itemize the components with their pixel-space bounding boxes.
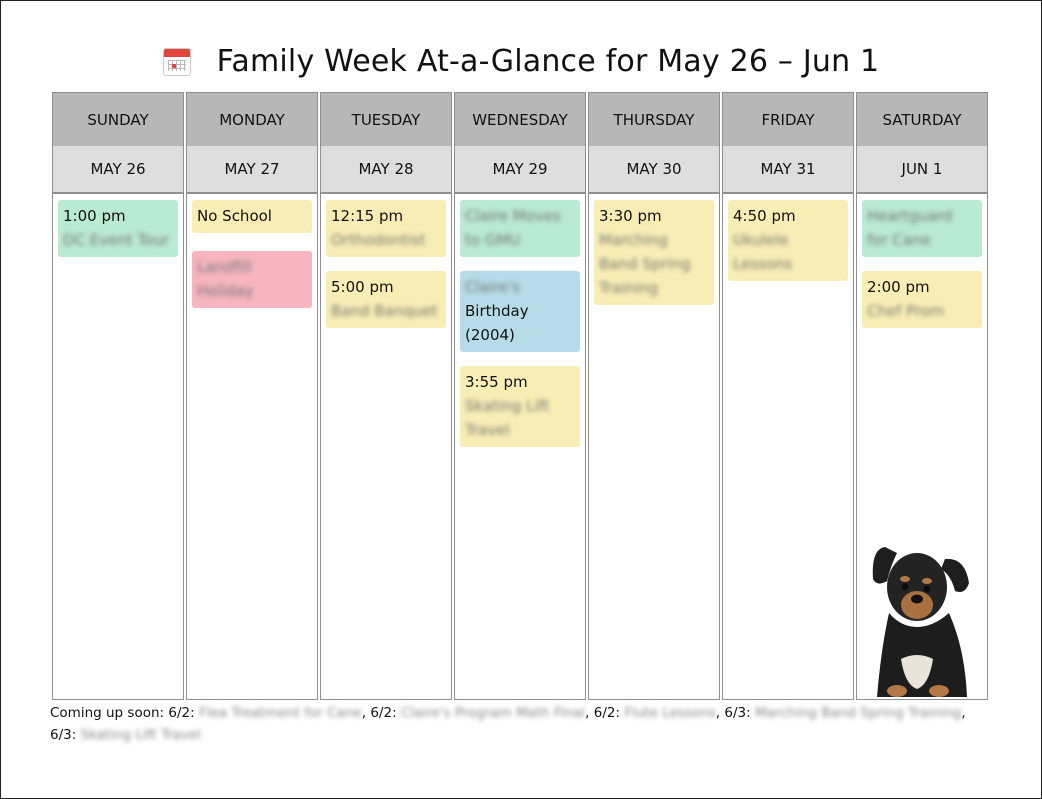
event-card[interactable]: 2:00 pm Chef Prom	[862, 271, 982, 328]
footer-item-desc: Skating Lift Travel	[80, 727, 201, 743]
date-header: JUN 1	[857, 146, 987, 194]
event-card[interactable]: Claire's Birthday (2004)	[460, 271, 580, 352]
event-card[interactable]: 4:50 pm Ukulele Lessons	[728, 200, 848, 281]
title-row: Family Week At-a-Glance for May 26 – Jun…	[0, 44, 1042, 92]
date-header: MAY 30	[589, 146, 719, 194]
event-time: 1:00 pm	[63, 207, 126, 225]
event-title: No School	[197, 207, 272, 225]
footer-item-desc: Flute Lessons	[624, 705, 716, 721]
event-desc: Orthodontist	[331, 231, 426, 249]
day-header: THURSDAY	[589, 93, 719, 146]
event-desc: Skating Lift Travel	[465, 397, 550, 439]
event-card[interactable]: 1:00 pm DC Event Tour	[58, 200, 178, 257]
calendar-icon	[162, 47, 191, 76]
event-time: 2:00 pm	[867, 278, 930, 296]
footer-item-date: 6/2:	[168, 705, 195, 721]
footer-item-desc: Claire's Program Math Final	[400, 705, 586, 721]
day-column-sunday: SUNDAY MAY 26 1:00 pm DC Event Tour	[52, 92, 184, 700]
event-card[interactable]: Heartguard for Cane	[862, 200, 982, 257]
day-header: WEDNESDAY	[455, 93, 585, 146]
day-header: TUESDAY	[321, 93, 451, 146]
event-time: 5:00 pm	[331, 278, 394, 296]
date-header: MAY 28	[321, 146, 451, 194]
date-header: MAY 31	[723, 146, 853, 194]
footer-item-desc: Flea Treatment for Cane	[198, 705, 362, 721]
event-time: 4:50 pm	[733, 207, 796, 225]
event-time: 3:55 pm	[465, 373, 528, 391]
day-column-wednesday: WEDNESDAY MAY 29 Claire Moves to GMU Cla…	[454, 92, 586, 700]
footer-item-date: 6/3:	[50, 727, 77, 743]
week-grid: SUNDAY MAY 26 1:00 pm DC Event Tour MOND…	[52, 92, 992, 700]
event-desc: Landfill Holiday	[197, 258, 254, 300]
event-desc: Claire's	[465, 278, 521, 296]
event-desc: Marching Band Spring Training	[599, 231, 691, 297]
event-card[interactable]: No School	[192, 200, 312, 233]
day-header: SUNDAY	[53, 93, 183, 146]
footer-item-date: 6/2:	[370, 705, 397, 721]
date-header: MAY 26	[53, 146, 183, 194]
footer-item-date: 6/3:	[724, 705, 751, 721]
event-card[interactable]: Claire Moves to GMU	[460, 200, 580, 257]
event-desc-visible: Birthday (2004)	[465, 302, 529, 344]
event-card[interactable]: 5:00 pm Band Banquet	[326, 271, 446, 328]
event-time: 3:30 pm	[599, 207, 662, 225]
event-desc: Ukulele Lessons	[733, 231, 793, 273]
day-column-monday: MONDAY MAY 27 No School Landfill Holiday	[186, 92, 318, 700]
day-header: MONDAY	[187, 93, 317, 146]
dog-photo	[872, 547, 969, 697]
event-desc: Claire Moves to GMU	[465, 207, 561, 249]
footer-item-date: 6/2:	[593, 705, 621, 721]
event-card[interactable]: 12:15 pm Orthodontist	[326, 200, 446, 257]
day-header: FRIDAY	[723, 93, 853, 146]
date-header: MAY 27	[187, 146, 317, 194]
event-desc: Band Banquet	[331, 302, 438, 320]
day-header: SATURDAY	[857, 93, 987, 146]
event-desc: Heartguard for Cane	[867, 207, 953, 249]
day-column-saturday: SATURDAY JUN 1 Heartguard for Cane 2:00 …	[856, 92, 988, 700]
event-card[interactable]: 3:30 pm Marching Band Spring Training	[594, 200, 714, 305]
footer-prefix: Coming up soon:	[50, 705, 165, 721]
day-column-tuesday: TUESDAY MAY 28 12:15 pm Orthodontist 5:0…	[320, 92, 452, 700]
event-desc: Chef Prom	[867, 302, 945, 320]
footer-item-desc: Marching Band Spring Training	[754, 705, 962, 721]
event-card[interactable]: Landfill Holiday	[192, 251, 312, 308]
date-header: MAY 29	[455, 146, 585, 194]
event-desc: DC Event Tour	[63, 231, 169, 249]
event-time: 12:15 pm	[331, 207, 404, 225]
coming-up-footer: Coming up soon: 6/2: Flea Treatment for …	[50, 705, 966, 743]
day-column-friday: FRIDAY MAY 31 4:50 pm Ukulele Lessons	[722, 92, 854, 700]
page-title: Family Week At-a-Glance for May 26 – Jun…	[216, 44, 880, 79]
event-card[interactable]: 3:55 pm Skating Lift Travel	[460, 366, 580, 447]
day-column-thursday: THURSDAY MAY 30 3:30 pm Marching Band Sp…	[588, 92, 720, 700]
